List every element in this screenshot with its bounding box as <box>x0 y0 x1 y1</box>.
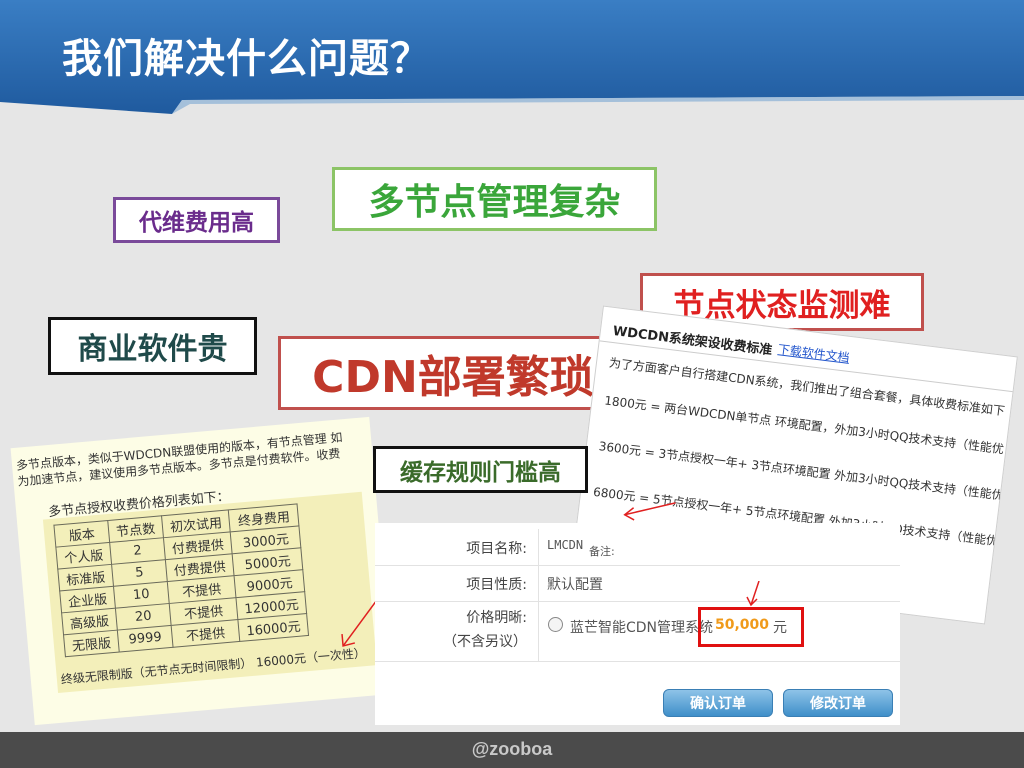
currency-label: 元 <box>773 620 787 636</box>
keyword-cache-rules: 缓存规则门槛高 <box>373 446 588 493</box>
note-label: 备注: <box>589 545 615 558</box>
page-title: 我们解决什么问题？ <box>62 36 431 82</box>
table-cell: 不提供 <box>171 619 240 648</box>
table-cell: 16000元 <box>237 613 309 642</box>
field-sublabel: （不含另议） <box>443 634 527 650</box>
divider <box>538 529 539 565</box>
form-row-type: 项目性质: 默认配置 <box>375 565 900 602</box>
keyword-multi-node-management: 多节点管理复杂 <box>332 167 657 231</box>
price-table-panel: 多节点授权收费价格列表如下： 版本 节点数 初次试用 终身费用 个人版 2 付费… <box>42 489 384 694</box>
screenshot-price-table: 多节点版本，类似于WDCDN联盟使用的版本，有节点管理 如 为加速节点，建议使用… <box>10 416 394 726</box>
project-name-value: LMCDN <box>547 538 584 552</box>
form-row-name: 项目名称: LMCDN 备注: <box>375 529 900 566</box>
keyword-label: CDN部署繁琐 <box>312 352 594 403</box>
keyword-commercial-software: 商业软件贵 <box>48 317 257 375</box>
project-type-value: 默认配置 <box>547 577 603 593</box>
intro-text: 多节点版本，类似于WDCDN联盟使用的版本，有节点管理 如 为加速节点，建议使用… <box>15 426 376 489</box>
keyword-label: 多节点管理复杂 <box>368 182 621 223</box>
field-label: 项目性质: <box>466 577 527 593</box>
product-radio[interactable] <box>548 617 563 632</box>
keyword-label: 代维费用高 <box>139 210 254 236</box>
divider <box>538 565 539 601</box>
keyword-maintenance-cost: 代维费用高 <box>113 197 280 243</box>
form-row-price: 价格明晰: （不含另议） 蓝芒智能CDN管理系统 50,000 元 <box>375 581 900 662</box>
table-cell: 无限版 <box>63 630 120 657</box>
modify-order-button[interactable]: 修改订单 <box>783 689 893 717</box>
red-arrow-icon <box>746 581 760 607</box>
table-cell: 9999 <box>117 625 174 653</box>
keyword-label: 商业软件贵 <box>77 332 228 367</box>
field-label: 项目名称: <box>466 541 527 557</box>
download-docs-link[interactable]: 下载软件文档 <box>777 340 851 366</box>
header-banner: 我们解决什么问题？ <box>0 0 1024 118</box>
footer-bar: @zooboa <box>0 732 1024 768</box>
product-name: 蓝芒智能CDN管理系统 <box>570 620 714 636</box>
screenshot-order-form: 项目名称: LMCDN 备注: 项目性质: 默认配置 价格明晰: （不含另议） … <box>375 523 900 725</box>
keyword-label: 缓存规则门槛高 <box>400 459 561 486</box>
divider <box>538 601 539 661</box>
footer-handle: @zooboa <box>471 739 553 759</box>
field-label: 价格明晰: <box>466 610 527 626</box>
price-value: 50,000 <box>715 617 770 633</box>
keyword-cdn-deployment: CDN部署繁琐 <box>278 336 628 410</box>
price-table: 版本 节点数 初次试用 终身费用 个人版 2 付费提供 3000元 标准版 5 … <box>53 503 309 657</box>
confirm-order-button[interactable]: 确认订单 <box>663 689 773 717</box>
